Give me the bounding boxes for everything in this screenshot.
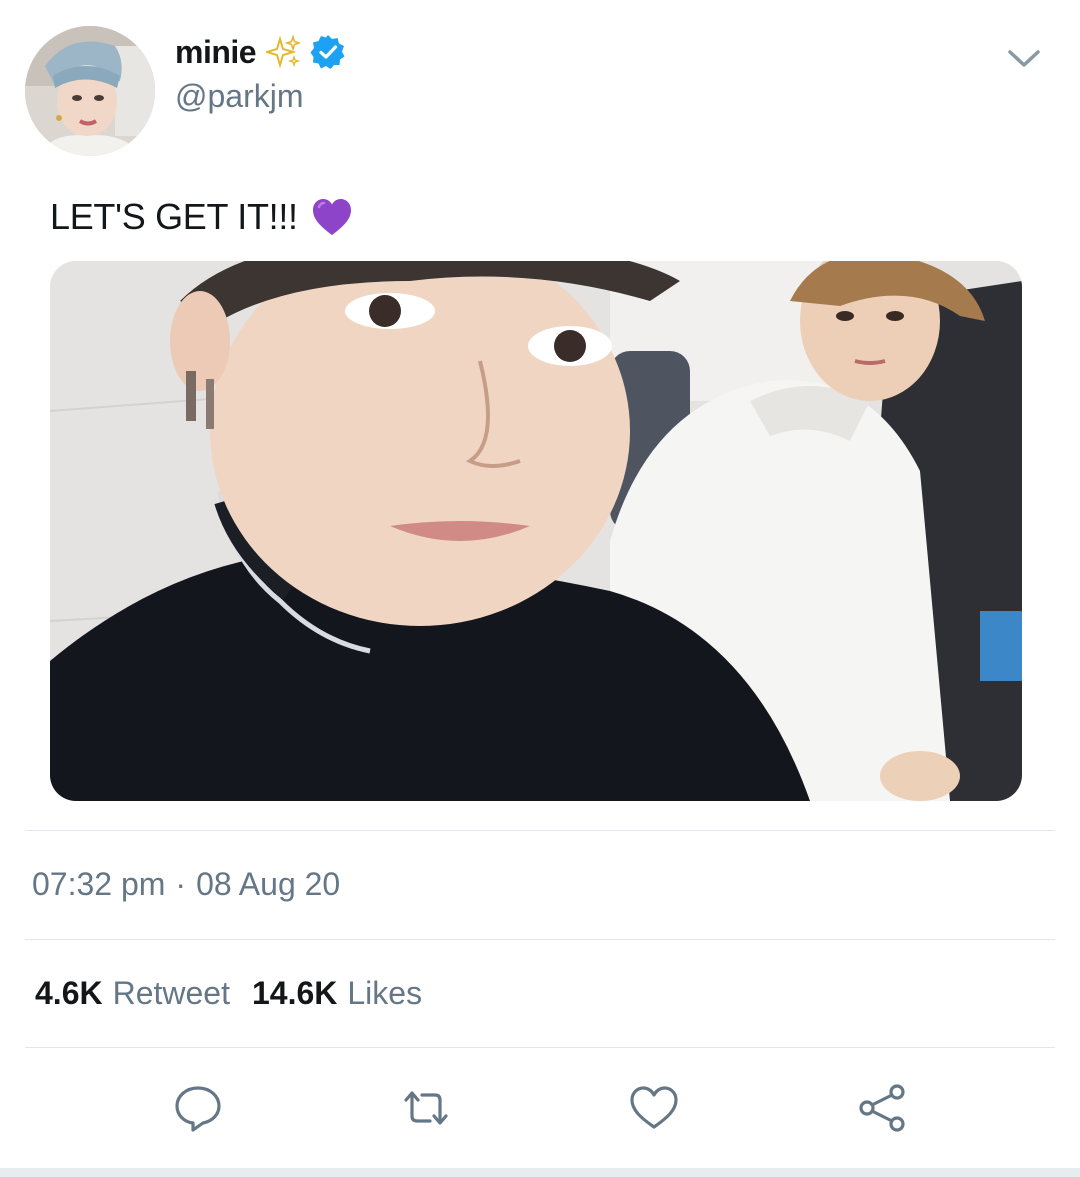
retweet-label[interactable]: Retweet — [113, 975, 230, 1012]
author-name-row: minie — [175, 30, 346, 74]
divider — [25, 830, 1055, 831]
avatar-photo — [25, 26, 155, 156]
tweet-timestamp[interactable]: 07:32 pm · 08 Aug 20 — [32, 866, 340, 903]
tweet-media-photo[interactable] — [50, 261, 1022, 801]
likes-count[interactable]: 14.6K — [252, 975, 337, 1012]
tweet-card: minie @parkjm LET'S GET IT!!! 07:32 pm ·… — [0, 0, 1080, 1177]
divider — [25, 939, 1055, 940]
selfie-photo — [50, 261, 1022, 801]
tweet-date: 08 Aug 20 — [196, 866, 341, 902]
share-button[interactable] — [855, 1080, 911, 1136]
avatar[interactable] — [25, 26, 155, 156]
share-nodes-icon — [859, 1084, 905, 1132]
reply-button[interactable] — [170, 1080, 226, 1136]
author-handle[interactable]: @parkjm — [175, 78, 304, 115]
timestamp-separator: · — [175, 866, 187, 902]
verified-badge-icon — [310, 34, 346, 70]
likes-label[interactable]: Likes — [347, 975, 422, 1012]
tweet-text: LET'S GET IT!!! — [50, 192, 354, 242]
retweet-arrows-icon — [404, 1091, 448, 1125]
chevron-down-icon[interactable] — [1004, 42, 1044, 72]
like-button[interactable] — [626, 1080, 682, 1136]
tweet-text-content: LET'S GET IT!!! — [50, 196, 298, 237]
retweet-button[interactable] — [398, 1080, 454, 1136]
bottom-separator — [0, 1168, 1080, 1177]
display-name[interactable]: minie — [175, 34, 257, 71]
retweet-count[interactable]: 4.6K — [35, 975, 103, 1012]
purple-heart-emoji-icon — [310, 195, 354, 239]
heart-outline-icon — [630, 1086, 678, 1129]
tweet-time: 07:32 pm — [32, 866, 166, 902]
divider — [25, 1047, 1055, 1048]
sparkles-icon — [263, 34, 302, 69]
speech-bubble-icon — [175, 1086, 221, 1132]
tweet-stats: 4.6K Retweet 14.6K Likes — [35, 975, 444, 1012]
